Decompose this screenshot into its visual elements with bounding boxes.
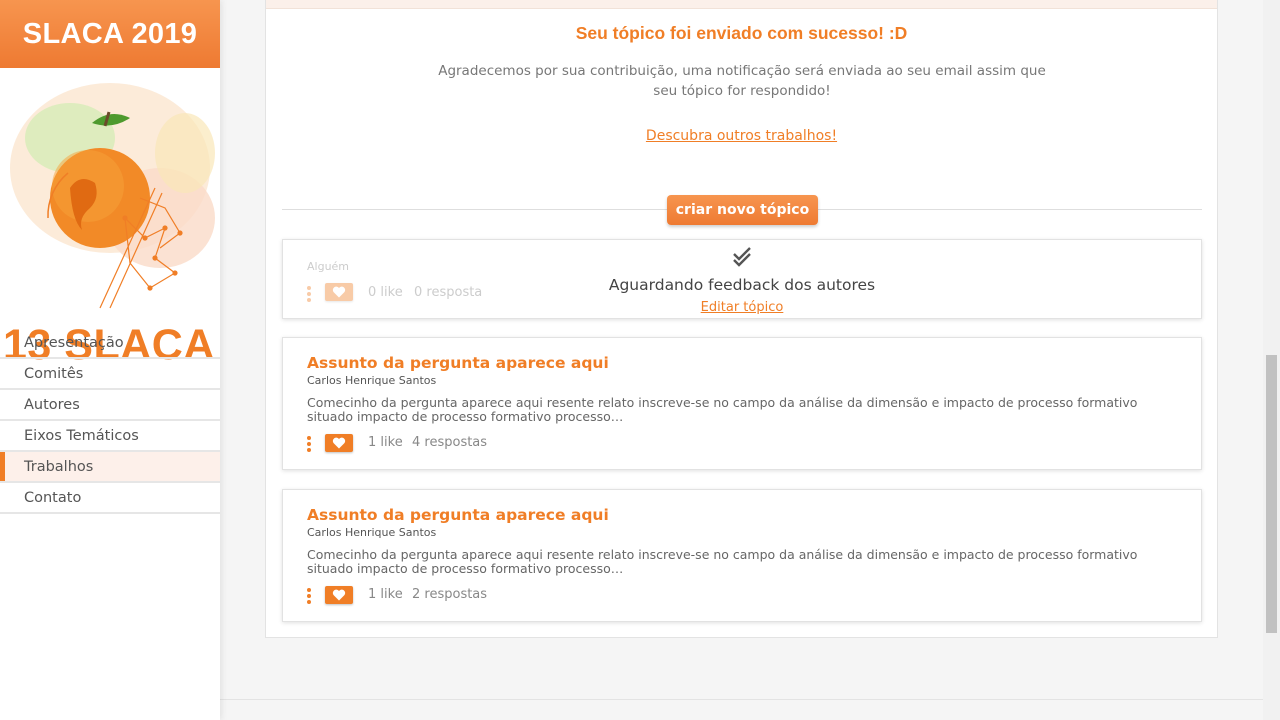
sidebar-item-comites[interactable]: Comitês <box>0 359 220 390</box>
response-count: 2 respostas <box>412 587 488 602</box>
page-scrollbar[interactable] <box>1263 0 1280 720</box>
vertical-dots-icon[interactable] <box>307 436 311 452</box>
topic-excerpt: Comecinho da pergunta aparece aqui resen… <box>307 395 1138 424</box>
edit-topic-link[interactable]: Editar tópico <box>283 300 1201 315</box>
sidebar-menu: Apresentação Comitês Autores Eixos Temát… <box>0 328 220 514</box>
event-logo: 13 SLACA <box>0 68 220 369</box>
sidebar-item-contato[interactable]: Contato <box>0 483 220 514</box>
response-count: 4 respostas <box>412 435 488 450</box>
vertical-dots-icon[interactable] <box>307 588 311 604</box>
topic-author: Carlos Henrique Santos <box>307 374 437 387</box>
topics-panel: Seu tópico foi enviado com sucesso! :D A… <box>265 0 1218 638</box>
like-count: 1 like <box>368 587 403 602</box>
sidebar-item-eixos-tematicos[interactable]: Eixos Temáticos <box>0 421 220 452</box>
topic-excerpt: Comecinho da pergunta aparece aqui resen… <box>307 547 1138 576</box>
heart-icon <box>332 589 346 601</box>
topic-author: Carlos Henrique Santos <box>307 526 437 539</box>
panel-top-strip <box>266 0 1217 9</box>
orange-globe-logo-icon <box>10 83 215 309</box>
double-check-icon <box>733 247 751 267</box>
sidebar-item-trabalhos[interactable]: Trabalhos <box>0 452 220 483</box>
brand-title: SLACA 2019 <box>22 17 198 50</box>
discover-works-link[interactable]: Descubra outros trabalhos! <box>266 128 1217 144</box>
brand-header[interactable]: SLACA 2019 <box>0 0 220 68</box>
sidebar-item-apresentacao[interactable]: Apresentação <box>0 328 220 359</box>
sidebar-item-autores[interactable]: Autores <box>0 390 220 421</box>
scrollbar-thumb[interactable] <box>1266 355 1277 633</box>
sidebar: SLACA 2019 13 SLACA Apresentação Comitês… <box>0 0 220 720</box>
topic-title[interactable]: Assunto da pergunta aparece aqui <box>307 354 609 372</box>
success-message: Agradecemos por sua contribuição, uma no… <box>438 63 1046 99</box>
create-topic-button[interactable]: criar novo tópico <box>667 195 818 225</box>
success-title: Seu tópico foi enviado com sucesso! :D <box>575 23 908 43</box>
pending-topic-card: Alguém 0 like 0 resposta Aguardando feed… <box>282 239 1202 319</box>
topic-author: Alguém <box>307 260 350 273</box>
topic-title[interactable]: Assunto da pergunta aparece aqui <box>307 506 609 524</box>
pending-status: Aguardando feedback dos autores <box>608 276 876 294</box>
topic-card: Assunto da pergunta aparece aqui Carlos … <box>282 337 1202 470</box>
footer-divider <box>220 699 1263 700</box>
like-count: 1 like <box>368 435 403 450</box>
topic-card: Assunto da pergunta aparece aqui Carlos … <box>282 489 1202 622</box>
like-button[interactable] <box>325 586 353 604</box>
heart-icon <box>332 437 346 449</box>
like-button[interactable] <box>325 434 353 452</box>
